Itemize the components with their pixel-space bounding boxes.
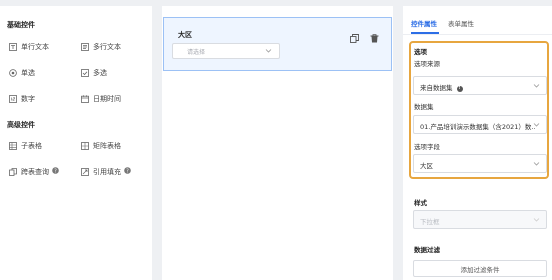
field-label: 大区 [178,31,192,39]
number-icon [8,94,17,103]
chevron-down-icon [533,216,540,225]
source-label: 选项来源 [414,60,440,68]
delete-icon[interactable] [368,32,380,44]
control-datetime[interactable]: 日期时间 [76,90,121,107]
control-checkbox[interactable]: 多选 [76,64,107,81]
source-select[interactable]: 来自数据集! [413,76,547,95]
chevron-down-icon [533,82,540,91]
copy-icon[interactable] [348,32,360,44]
tab-control-properties[interactable]: 控件属性 [411,18,437,28]
control-subtable[interactable]: 子表格 [4,137,42,154]
help-icon[interactable]: ? [124,167,131,176]
control-label: 子表格 [21,141,42,150]
property-panel: 控件属性 表单属性 选项 选项来源 来自数据集! 数据集 01.产品培训演示数据… [403,6,552,280]
field-select-preview[interactable]: 请选择 [172,43,280,59]
control-label: 跨表查询 [21,167,49,176]
control-label: 单选 [21,68,35,77]
control-label: 引用填充 [93,167,121,176]
checkbox-icon [80,68,89,77]
control-matrix-table[interactable]: 矩阵表格 [76,137,121,154]
calendar-icon [80,94,89,103]
radio-icon [8,68,17,77]
chevron-down-icon [533,121,540,130]
field-label: 选项字段 [414,143,440,151]
field-select[interactable]: 大区 [413,154,547,173]
multi-line-text-icon [80,42,89,51]
help-icon[interactable]: ? [52,167,59,176]
info-icon: ! [456,86,463,92]
add-filter-button[interactable]: 添加过滤条件 [413,260,547,277]
dataset-label: 数据集 [414,103,434,111]
select-placeholder: 请选择 [187,49,206,56]
matrix-icon [80,141,89,150]
form-canvas: 大区 请选择 [162,6,393,280]
control-reference-fill[interactable]: 引用填充 ? [76,163,131,180]
dataset-value: 01.产品培训演示数据集（含2021）数... [420,123,536,131]
controls-panel: 基础控件 单行文本 多行文本 单选 多选 数字 日期时间 高级控件 子表格 矩阵… [0,6,152,280]
control-label: 单行文本 [21,42,49,51]
basic-controls-title: 基础控件 [7,21,35,29]
style-select[interactable]: 下拉框 [413,210,547,229]
style-section-title: 样式 [414,199,427,207]
field-value: 大区 [420,162,433,170]
source-value: 来自数据集! [420,84,463,92]
tab-divider [403,34,552,35]
style-value: 下拉框 [420,218,440,226]
dataset-select[interactable]: 01.产品培训演示数据集（含2021）数... [413,115,547,134]
control-label: 多行文本 [93,42,121,51]
filter-section-title: 数据过滤 [414,246,440,254]
control-label: 日期时间 [93,94,121,103]
control-number[interactable]: 数字 [4,90,35,107]
control-single-line-text[interactable]: 单行文本 [4,38,49,55]
link-icon [8,167,17,176]
control-label: 矩阵表格 [93,141,121,150]
svg-text:?: ? [126,168,129,174]
chevron-down-icon [265,47,272,56]
control-label: 多选 [93,68,107,77]
single-line-text-icon [8,42,17,51]
control-cross-table-query[interactable]: 跨表查询 ? [4,163,59,180]
control-radio[interactable]: 单选 [4,64,35,81]
control-label: 数字 [21,94,35,103]
table-icon [8,141,17,150]
advanced-controls-title: 高级控件 [7,121,35,129]
chevron-down-icon [533,160,540,169]
control-multi-line-text[interactable]: 多行文本 [76,38,121,55]
svg-text:?: ? [54,168,57,174]
reference-fill-icon [80,167,89,176]
tab-form-properties[interactable]: 表单属性 [448,18,474,28]
options-section-title: 选项 [414,48,427,56]
